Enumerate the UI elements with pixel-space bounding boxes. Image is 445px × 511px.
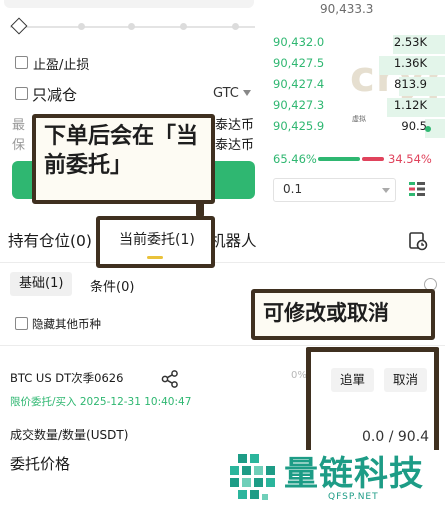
buy-ratio-bar	[318, 157, 360, 161]
orderbook-top-price: 90,433.3	[320, 2, 374, 16]
fill-progress: 0%	[291, 370, 307, 381]
bid-qty: 2.53K	[393, 35, 427, 49]
status-dot-icon	[425, 126, 431, 132]
order-history-icon[interactable]	[408, 231, 428, 251]
sell-ratio-bar	[362, 157, 384, 161]
bid-price: 90,427.3	[273, 98, 325, 112]
slider-step-dot[interactable]	[78, 23, 85, 30]
bid-qty: 1.12K	[393, 98, 427, 112]
bid-qty: 1.36K	[393, 56, 427, 70]
orderbook-row[interactable]: 90,432.0 2.53K	[0, 35, 445, 56]
qfsp-logo-icon	[230, 454, 275, 500]
annotation-callout: 下单后会在「当前委托」	[32, 114, 215, 204]
active-tab-indicator	[147, 256, 163, 259]
order-price-label: 委托价格	[10, 455, 71, 473]
subtab-conditional[interactable]: 条件(0)	[90, 276, 134, 295]
order-input-field[interactable]	[4, 0, 254, 8]
tab-positions[interactable]: 持有仓位(0)	[8, 229, 92, 251]
orderbook-row[interactable]: 90,427.5 1.36K	[0, 56, 445, 77]
share-icon[interactable]	[160, 369, 180, 389]
logo-name: 量链科技	[284, 454, 424, 494]
bid-price: 90,432.0	[273, 35, 325, 49]
section-divider	[0, 345, 445, 346]
order-type-time: 限价委托/买入 2025-12-31 10:40:47	[10, 396, 192, 408]
orderbook-layout-icon[interactable]	[408, 180, 426, 198]
logo-domain: QFSP.NET	[328, 492, 379, 502]
bid-qty: 813.9	[394, 77, 427, 91]
slider-handle-icon[interactable]	[10, 17, 28, 35]
bid-price: 90,427.5	[273, 56, 325, 70]
tab-divider	[0, 262, 445, 263]
bid-price: 90,425.9	[273, 119, 325, 133]
subtab-basic[interactable]: 基础(1)	[10, 272, 73, 296]
bid-qty: 90.5	[401, 119, 427, 133]
tab-bots[interactable]: 机器人	[210, 229, 257, 251]
chevron-down-icon[interactable]	[382, 188, 390, 193]
slider-step-dot[interactable]	[232, 23, 239, 30]
hide-other-checkbox[interactable]	[15, 317, 28, 330]
order-symbol[interactable]: BTC US DT次季0626	[10, 370, 123, 386]
slider-step-dot[interactable]	[128, 23, 135, 30]
annotation-callout: 可修改或取消	[251, 289, 435, 340]
hide-other-label: 隐藏其他币种	[32, 317, 101, 331]
slider-step-dot[interactable]	[180, 23, 187, 30]
sell-ratio: 34.54%	[388, 152, 432, 166]
tab-open-orders[interactable]: 当前委托(1)	[96, 216, 215, 268]
buy-ratio: 65.46%	[273, 152, 317, 166]
filled-qty-label: 成交数量/数量(USDT)	[10, 428, 129, 442]
orderbook-row[interactable]: 90,427.4 813.9	[0, 77, 445, 98]
price-step-value: 0.1	[283, 182, 303, 196]
bid-price: 90,427.4	[273, 77, 325, 91]
